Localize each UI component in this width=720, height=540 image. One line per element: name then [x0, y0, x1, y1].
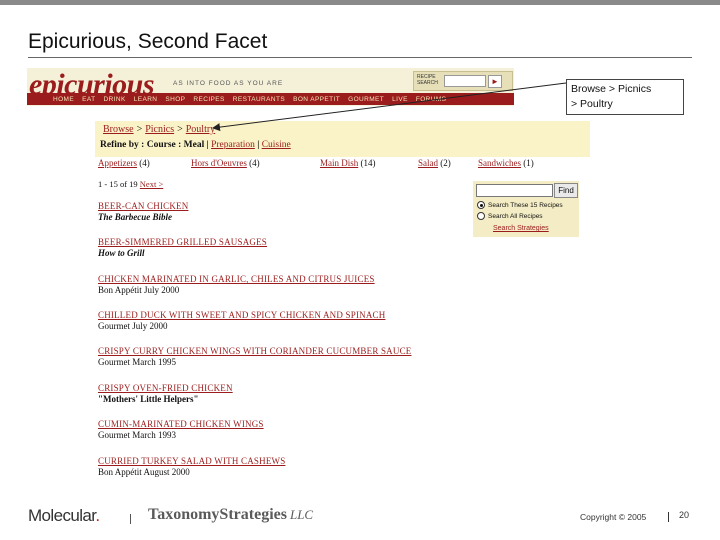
molecular-logo-dot: .	[95, 506, 100, 525]
footer-divider	[130, 514, 131, 524]
taxonomy-llc-text: LLC	[289, 507, 314, 522]
callout-line-2: > Poultry	[571, 98, 613, 110]
page-number-divider	[668, 512, 669, 522]
molecular-logo: Molecular.	[28, 506, 100, 526]
taxonomy-strategies-logo: TaxonomyStrategies LLC	[148, 506, 313, 524]
copyright-text: Copyright © 2005	[580, 512, 647, 522]
callout-arrow-line	[212, 82, 567, 132]
callout-box: Browse > Picnics > Poultry	[566, 79, 684, 115]
taxonomy-strategies-text: TaxonomyStrategies	[148, 506, 287, 523]
callout-line-1: Browse > Picnics	[571, 83, 652, 95]
page-number: 20	[679, 510, 690, 520]
molecular-logo-text: Molecular	[28, 506, 96, 525]
